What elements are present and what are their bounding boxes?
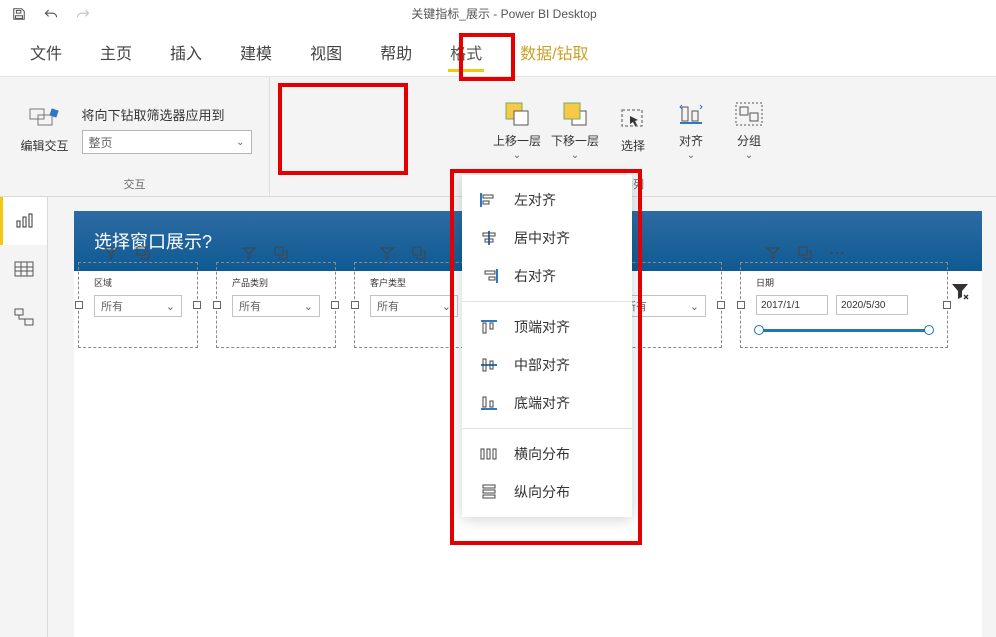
- bring-forward-icon: [500, 100, 534, 128]
- slicer-card: 日期: [750, 272, 938, 338]
- window-title: 关键指标_展示 - Power BI Desktop: [92, 5, 916, 22]
- group-icon: [732, 100, 766, 128]
- slicer-date[interactable]: ⋯ 日期: [744, 266, 944, 344]
- send-backward-label: 下移一层: [551, 132, 599, 149]
- drill-apply-value: 整页: [89, 134, 113, 151]
- chevron-down-icon: ⌄: [745, 153, 753, 159]
- model-view-button[interactable]: [0, 293, 47, 341]
- slicer-dropdown[interactable]: 所有 ⌄: [232, 295, 320, 317]
- slicer-dropdown[interactable]: 所有 ⌄: [94, 295, 182, 317]
- report-view-button[interactable]: [0, 197, 47, 245]
- annotation-rectangle: [450, 169, 642, 545]
- chevron-down-icon: ⌄: [687, 153, 695, 159]
- tab-help[interactable]: 帮助: [374, 30, 418, 76]
- date-from-input[interactable]: [756, 295, 828, 315]
- focus-icon[interactable]: [134, 244, 152, 262]
- tab-home[interactable]: 主页: [94, 30, 138, 76]
- drill-apply-combo[interactable]: 整页 ⌄: [82, 130, 252, 154]
- focus-icon[interactable]: [796, 244, 814, 262]
- slicer-card: 区域 所有 ⌄: [88, 272, 188, 338]
- data-view-button[interactable]: [0, 245, 47, 293]
- edit-interactions-label: 编辑交互: [20, 137, 68, 154]
- annotation-rectangle: [459, 33, 515, 81]
- slicer-value: 所有: [377, 298, 399, 314]
- slicer-title: 区域: [94, 276, 182, 289]
- slicer-value: 所有: [239, 298, 261, 314]
- slicer-title: 日期: [756, 276, 932, 289]
- focus-icon[interactable]: [410, 244, 428, 262]
- slicer-value: 所有: [101, 298, 123, 314]
- tab-insert[interactable]: 插入: [164, 30, 208, 76]
- selection-label: 选择: [621, 137, 645, 154]
- date-range-slider[interactable]: [756, 325, 932, 335]
- selection-pane-button[interactable]: 选择: [606, 105, 660, 154]
- bring-forward-button[interactable]: 上移一层 ⌄: [490, 100, 544, 159]
- align-icon: [674, 100, 708, 128]
- chevron-down-icon: ⌄: [304, 300, 313, 313]
- annotation-rectangle: [278, 83, 408, 175]
- tab-model[interactable]: 建模: [234, 30, 278, 76]
- edit-interactions-button[interactable]: 编辑交互: [18, 105, 72, 154]
- tab-data-drill[interactable]: 数据/钻取: [514, 30, 594, 76]
- slicer-dropdown[interactable]: 所有⌄: [370, 295, 458, 317]
- slicer-action-bar: [240, 244, 290, 262]
- slicer-action-bar: [102, 244, 152, 262]
- view-mode-rail: [0, 197, 48, 637]
- redo-icon: [74, 5, 92, 23]
- align-button[interactable]: 对齐 ⌄: [664, 100, 718, 159]
- chevron-down-icon: ⌄: [166, 300, 175, 313]
- ribbon-group-label-interactions: 交互: [124, 172, 146, 196]
- tab-file[interactable]: 文件: [24, 30, 68, 76]
- slicer-title: 产品类别: [232, 276, 320, 289]
- more-icon[interactable]: ⋯: [828, 244, 846, 262]
- slicer-title: 客户类型: [370, 276, 458, 289]
- qat: [0, 5, 92, 23]
- ribbon-group-interactions: 编辑交互 将向下钻取筛选器应用到 整页 ⌄ 交互: [0, 77, 270, 196]
- slicer-product[interactable]: 产品类别 所有 ⌄: [220, 266, 332, 344]
- edit-interactions-icon: [28, 105, 62, 133]
- bring-forward-label: 上移一层: [493, 132, 541, 149]
- focus-icon[interactable]: [272, 244, 290, 262]
- slicer-region[interactable]: 区域 所有 ⌄: [82, 266, 194, 344]
- send-backward-button[interactable]: 下移一层 ⌄: [548, 100, 602, 159]
- slider-thumb-start[interactable]: [754, 325, 764, 335]
- undo-icon[interactable]: [42, 5, 60, 23]
- date-to-input[interactable]: [836, 295, 908, 315]
- align-label: 对齐: [679, 132, 703, 149]
- group-label: 分组: [737, 132, 761, 149]
- selection-icon: [616, 105, 650, 133]
- title-bar: 关键指标_展示 - Power BI Desktop: [0, 0, 996, 27]
- group-button[interactable]: 分组 ⌄: [722, 100, 776, 159]
- save-icon[interactable]: [10, 5, 28, 23]
- slicer-action-bar: [378, 244, 428, 262]
- send-backward-icon: [558, 100, 592, 128]
- drill-apply-label: 将向下钻取筛选器应用到: [82, 105, 252, 124]
- tab-view[interactable]: 视图: [304, 30, 348, 76]
- chevron-down-icon: ⌄: [690, 300, 699, 313]
- chevron-down-icon: ⌄: [236, 137, 244, 148]
- chevron-down-icon: ⌄: [513, 153, 521, 159]
- filter-icon[interactable]: [102, 244, 120, 262]
- filter-icon[interactable]: [378, 244, 396, 262]
- chevron-down-icon: ⌄: [571, 153, 579, 159]
- slicer-action-bar: ⋯: [764, 244, 846, 262]
- slider-thumb-end[interactable]: [924, 325, 934, 335]
- drill-apply-control: 将向下钻取筛选器应用到 整页 ⌄: [82, 105, 252, 154]
- filter-icon[interactable]: [240, 244, 258, 262]
- filter-icon[interactable]: [764, 244, 782, 262]
